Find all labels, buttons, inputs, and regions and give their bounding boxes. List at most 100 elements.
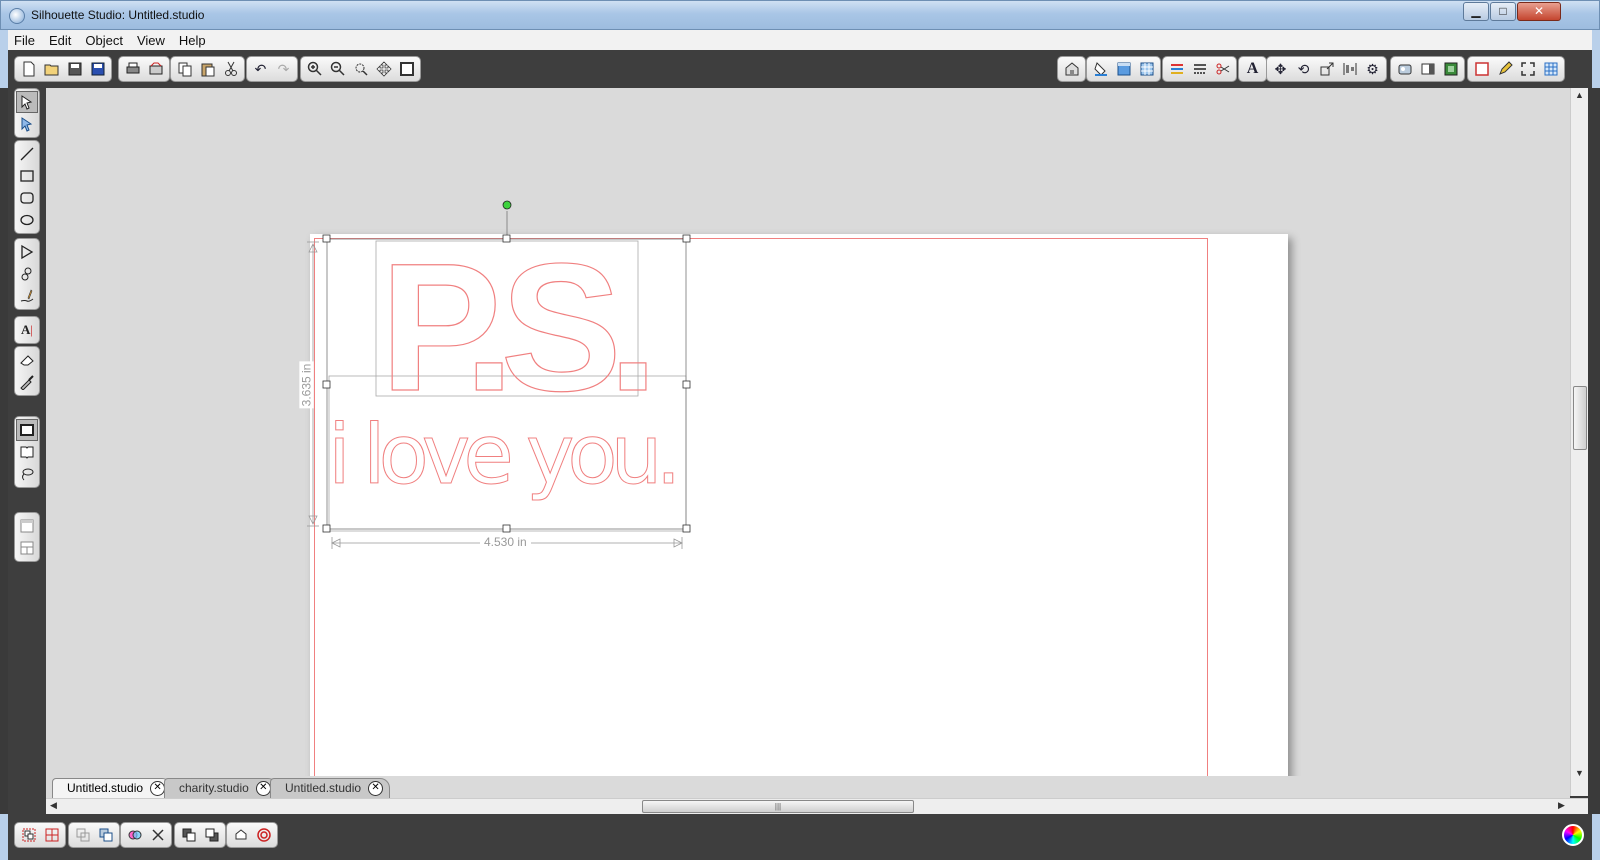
page-view-tool-icon[interactable] — [16, 419, 38, 441]
horizontal-scrollbar[interactable]: ◀ ||| ▶ — [46, 798, 1588, 814]
design-overlay: P.S. i love you. — [307, 200, 691, 549]
bring-forward-icon[interactable] — [177, 824, 200, 846]
print-tools-group — [118, 56, 170, 82]
open-icon[interactable] — [40, 58, 63, 80]
scale-icon[interactable] — [1315, 58, 1338, 80]
text-tool-icon[interactable]: A | — [16, 319, 38, 341]
offset-icon[interactable] — [1393, 58, 1416, 80]
menu-file[interactable]: File — [8, 33, 43, 48]
grid-icon[interactable] — [1539, 58, 1562, 80]
print-icon[interactable] — [121, 58, 144, 80]
line-tool-icon[interactable] — [16, 143, 38, 165]
width-dimension-label: 4.530 in — [480, 535, 531, 549]
page-setup-icon[interactable] — [1112, 58, 1135, 80]
line-style-icon[interactable] — [1188, 58, 1211, 80]
tab-untitled-2[interactable]: Untitled.studio ✕ — [270, 778, 391, 798]
pencil-icon[interactable] — [1493, 58, 1516, 80]
menu-view[interactable]: View — [131, 33, 173, 48]
color-wheel-icon[interactable] — [1562, 824, 1584, 846]
pan-icon[interactable] — [372, 58, 395, 80]
curve-tool-icon[interactable] — [16, 263, 38, 285]
polygon-tool-icon[interactable] — [16, 241, 38, 263]
eraser-tool-icon[interactable] — [16, 349, 38, 371]
delete-icon[interactable] — [146, 824, 169, 846]
rectangle-tool-icon[interactable] — [16, 165, 38, 187]
panel-tools-group — [14, 512, 40, 562]
text-tool-group: A | — [14, 316, 40, 344]
menu-object[interactable]: Object — [79, 33, 131, 48]
make-compound-icon[interactable] — [71, 824, 94, 846]
edit-points-tool-icon[interactable] — [16, 113, 38, 135]
scroll-up-arrow-icon[interactable]: ▲ — [1575, 90, 1584, 100]
view-tools-group — [1467, 56, 1565, 82]
copy-icon[interactable] — [173, 58, 196, 80]
cut-style-icon[interactable] — [229, 824, 252, 846]
replicate-icon[interactable]: ✥ — [1269, 58, 1292, 80]
rounded-rectangle-tool-icon[interactable] — [16, 187, 38, 209]
close-tab-icon[interactable]: ✕ — [368, 781, 384, 796]
transform-icon[interactable]: ⚙ — [1361, 58, 1384, 80]
vertical-scrollbar[interactable]: ▲ ▼ — [1570, 88, 1588, 796]
horizontal-scroll-thumb[interactable]: ||| — [642, 800, 914, 813]
scroll-down-arrow-icon[interactable]: ▼ — [1575, 768, 1584, 778]
cut-icon[interactable] — [219, 58, 242, 80]
lasso-tool-icon[interactable] — [16, 463, 38, 485]
ungroup-icon[interactable] — [40, 824, 63, 846]
tab-charity[interactable]: charity.studio ✕ — [164, 778, 278, 798]
design-canvas[interactable]: P.S. i love you. 3.635 in 4.530 in — [46, 88, 1570, 796]
text-icon[interactable]: A — [1241, 58, 1264, 80]
save-icon[interactable] — [63, 58, 86, 80]
registration-icon[interactable] — [1135, 58, 1158, 80]
redo-icon[interactable]: ↷ — [272, 58, 295, 80]
ellipse-tool-icon[interactable] — [16, 209, 38, 231]
rotate-icon[interactable]: ⟲ — [1292, 58, 1315, 80]
app-window: Silhouette Studio: Untitled.studio ▁ □ ✕… — [0, 0, 1600, 860]
sketch-icon[interactable] — [1470, 58, 1493, 80]
tab-label: Untitled.studio — [285, 781, 362, 795]
undo-icon[interactable]: ↶ — [249, 58, 272, 80]
close-button[interactable]: ✕ — [1517, 2, 1561, 21]
release-compound-icon[interactable] — [94, 824, 117, 846]
menu-edit[interactable]: Edit — [43, 33, 79, 48]
scroll-right-arrow-icon[interactable]: ▶ — [1558, 800, 1565, 811]
weld-tools-group — [120, 822, 172, 848]
line-color-icon[interactable] — [1165, 58, 1188, 80]
zoom-select-icon[interactable] — [349, 58, 372, 80]
library-tool-icon[interactable] — [16, 441, 38, 463]
align-icon[interactable] — [1338, 58, 1361, 80]
fullscreen-icon[interactable] — [1516, 58, 1539, 80]
maximize-button[interactable]: □ — [1490, 2, 1516, 21]
fill-color-icon[interactable] — [1089, 58, 1112, 80]
print-cut-icon[interactable] — [144, 58, 167, 80]
group-icon[interactable] — [17, 824, 40, 846]
zoom-out-icon[interactable] — [326, 58, 349, 80]
close-tab-icon[interactable]: ✕ — [150, 781, 166, 796]
save-to-library-icon[interactable] — [86, 58, 109, 80]
new-icon[interactable] — [17, 58, 40, 80]
zoom-in-icon[interactable] — [303, 58, 326, 80]
tab-untitled-1[interactable]: Untitled.studio ✕ — [52, 778, 173, 798]
scroll-left-arrow-icon[interactable]: ◀ — [50, 800, 57, 811]
iloveyou-design-text: i love you. — [328, 408, 675, 503]
knife-tool-icon[interactable] — [16, 371, 38, 393]
send-backward-icon[interactable] — [200, 824, 223, 846]
select-tool-icon[interactable] — [16, 91, 38, 113]
draw-tools-group — [14, 238, 40, 310]
close-tab-icon[interactable]: ✕ — [255, 781, 271, 796]
select-tools-group — [14, 88, 40, 138]
menu-help[interactable]: Help — [173, 33, 214, 48]
cut-settings-icon[interactable] — [1211, 58, 1234, 80]
minimize-button[interactable]: ▁ — [1463, 2, 1489, 21]
freehand-tool-icon[interactable] — [16, 285, 38, 307]
weld-icon[interactable] — [123, 824, 146, 846]
history-tools-group: ↶ ↷ — [246, 56, 298, 82]
panel-top-tool-icon[interactable] — [16, 515, 38, 537]
trace-icon[interactable] — [1416, 58, 1439, 80]
library-icon[interactable] — [1439, 58, 1462, 80]
target-icon[interactable] — [252, 824, 275, 846]
vertical-scroll-thumb[interactable] — [1573, 386, 1587, 450]
paste-icon[interactable] — [196, 58, 219, 80]
fit-page-icon[interactable] — [395, 58, 418, 80]
store-icon[interactable] — [1060, 58, 1083, 80]
panel-split-tool-icon[interactable] — [16, 537, 38, 559]
